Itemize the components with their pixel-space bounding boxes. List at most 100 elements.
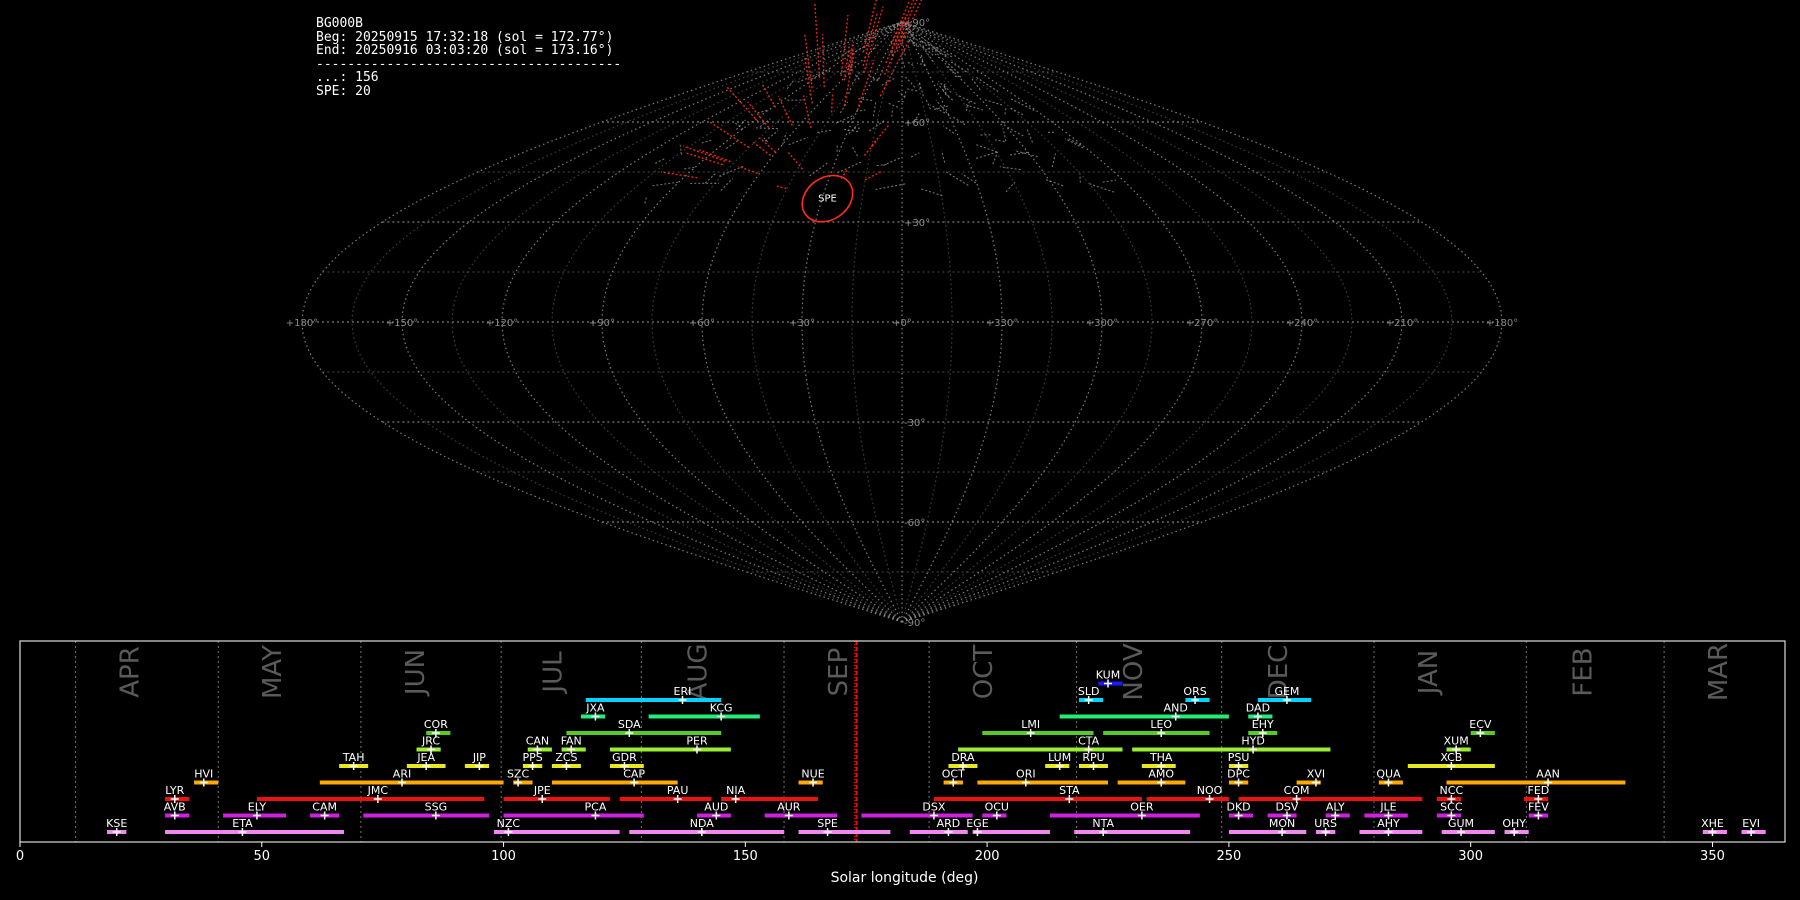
sporadic-meteor-trail [1009, 151, 1030, 156]
shower-code-label: URS [1314, 817, 1337, 830]
shower-bar [619, 797, 712, 801]
latitude-tick-label: +30° [904, 218, 930, 229]
sporadic-meteor-trail [905, 60, 914, 66]
sporadic-meteor-trail [943, 125, 955, 134]
shower-code-label: DPC [1227, 768, 1250, 781]
shower-meteor-trail [747, 101, 770, 128]
shower-code-label: DKD [1226, 801, 1250, 814]
sporadic-meteor-trail [839, 101, 849, 114]
sporadic-meteor-trail [655, 157, 667, 164]
sporadic-meteor-trail [1004, 107, 1007, 115]
shower-code-label: PAU [667, 784, 689, 797]
sporadic-meteor-trail [1009, 97, 1035, 111]
month-label: FEB [1569, 647, 1599, 696]
longitude-tick-label: +270° [1186, 318, 1218, 329]
sporadic-meteor-trail [891, 108, 894, 117]
sporadic-meteor-trail [1006, 126, 1024, 137]
shower-jmc: JMC [256, 784, 485, 803]
shower-xcb: XCB [1407, 751, 1495, 770]
shower-code-label: GUM [1448, 817, 1474, 830]
shower-code-label: AUD [704, 801, 728, 814]
longitude-tick-label: +60° [689, 318, 715, 329]
shower-evi: EVI [1741, 817, 1766, 836]
shower-code-label: KCG [710, 702, 733, 715]
shower-meteor-trail [830, 94, 834, 113]
shower-code-label: RPU [1082, 751, 1104, 764]
shower-code-label: XVI [1307, 768, 1325, 781]
longitude-tick-label: +180° [286, 318, 318, 329]
shower-bar [585, 698, 722, 702]
shower-tah: TAH [339, 751, 369, 770]
shower-code-label: HVI [194, 768, 213, 781]
month-label: SEP [824, 648, 854, 697]
shower-code-label: ALY [1326, 801, 1345, 814]
month-label: MAY [258, 645, 288, 699]
shower-code-label: KSE [106, 817, 127, 830]
sporadic-meteor-trail [684, 166, 696, 170]
shower-meteor-trail [814, 3, 821, 78]
shower-bar [551, 780, 678, 785]
sporadic-meteor-trail [1009, 107, 1024, 116]
shower-jxa: JXA [580, 702, 606, 721]
shower-code-label: ZCS [555, 751, 577, 764]
shower-meteor-trail [787, 152, 804, 170]
sporadic-meteor-trail [878, 67, 884, 80]
x-tick-label: 350 [1700, 849, 1725, 864]
sporadic-meteor-trail [817, 129, 832, 134]
sporadic-meteor-trail [992, 151, 999, 165]
sporadic-meteor-trail [764, 130, 779, 142]
sporadic-meteor-trail [851, 145, 859, 157]
shower-bar [977, 780, 1109, 785]
shower-nia: NIA [721, 784, 818, 803]
meteor-trails [644, 0, 1117, 204]
sporadic-meteor-trail [961, 173, 976, 184]
sporadic-meteor-trail [886, 102, 899, 108]
radiant-label: SPE [818, 194, 837, 205]
shower-sld: SLD [1078, 685, 1104, 704]
shower-ege: EGE [966, 817, 1050, 836]
shower-code-label: JRC [421, 735, 440, 748]
longitude-tick-label: +180° [1486, 318, 1518, 329]
shower-bar [1049, 813, 1200, 818]
shower-bar [648, 714, 760, 719]
shower-bar [1074, 830, 1191, 834]
shower-bar [1441, 830, 1495, 834]
shower-gum: GUM [1441, 817, 1495, 836]
sporadic-meteor-trail [975, 151, 998, 159]
shower-code-label: ARI [393, 768, 411, 781]
sporadic-meteor-trail [905, 76, 916, 88]
shower-bar [503, 813, 644, 818]
shower-bars: KUM ERI SLD ORS GEM JXA KCG AND DAD COR SDA LMI LEO E… [106, 669, 1766, 836]
sporadic-meteor-trail [718, 165, 744, 177]
shower-jip: JIP [464, 751, 490, 770]
month-label: OCT [969, 645, 999, 700]
sporadic-meteor-trail [900, 55, 906, 68]
shower-code-label: COM [1284, 784, 1310, 797]
shower-code-label: FEV [1528, 801, 1549, 814]
shower-oer: OER [1049, 801, 1200, 820]
sporadic-meteor-trail [920, 53, 924, 61]
shower-hvi: HVI [194, 768, 219, 787]
sporadic-meteor-trail [869, 119, 887, 132]
sporadic-meteor-trail [720, 178, 734, 191]
shower-code-label: NOO [1197, 784, 1223, 797]
sporadic-meteor-trail [995, 139, 1005, 143]
sporadic-meteor-trail [919, 83, 921, 89]
x-axis-label: Solar longitude (deg) [831, 870, 979, 886]
shower-meteor-trail [709, 121, 750, 148]
shower-code-label: JPE [533, 784, 551, 797]
shower-kcg: KCG [648, 702, 760, 721]
shower-code-label: SPE [817, 817, 838, 830]
shower-code-label: SZC [507, 768, 530, 781]
shower-bar [909, 830, 968, 834]
shower-nzc: NZC [493, 817, 620, 836]
shower-bar [629, 830, 785, 834]
shower-code-label: SCC [1440, 801, 1463, 814]
sporadic-meteor-trail [701, 139, 714, 144]
month-label: APR [115, 646, 145, 698]
sporadic-meteor-trail [1102, 179, 1117, 183]
shower-noo: NOO [1146, 784, 1229, 803]
shower-code-label: AUR [777, 801, 801, 814]
month-label: JAN [1414, 650, 1444, 696]
radiant-sky-map: +180° +150° +120° +90° +60° +30° +0° +330° +300°… [286, 0, 1518, 629]
